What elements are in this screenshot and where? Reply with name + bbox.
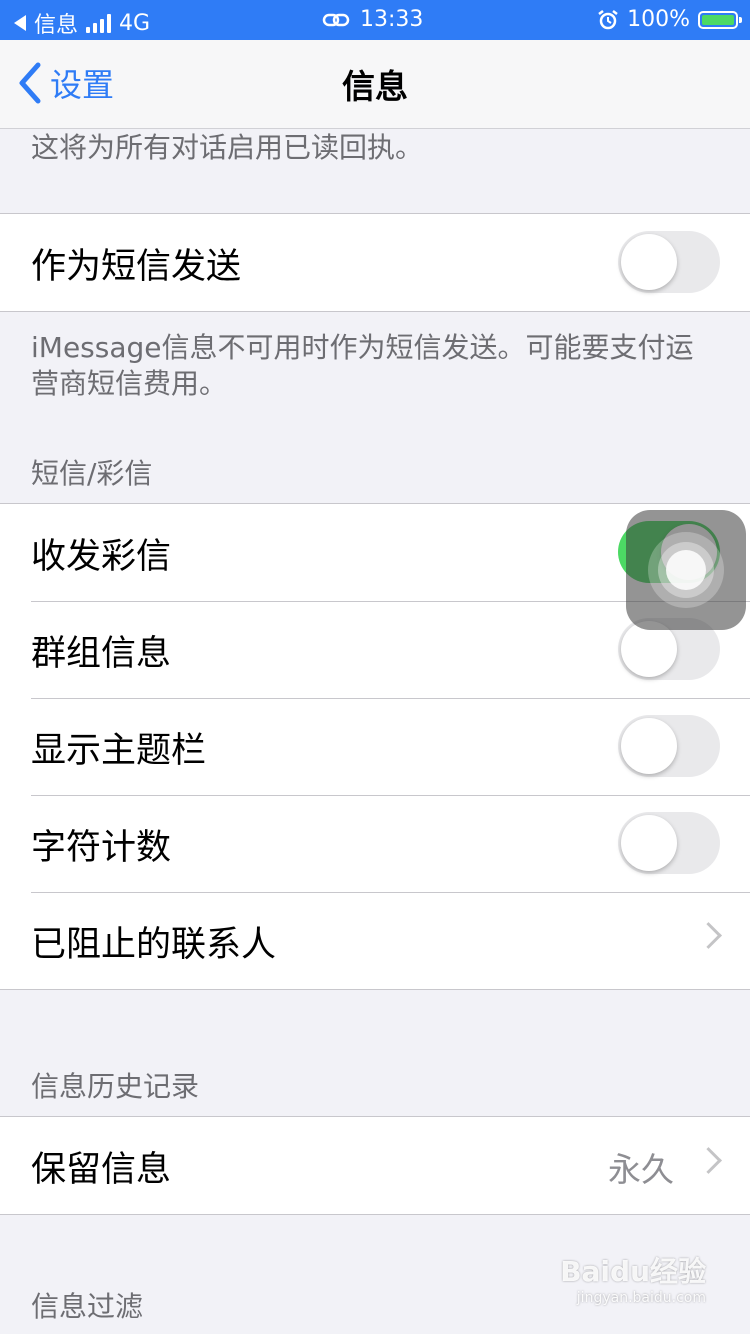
status-left: 信息 4G — [14, 7, 150, 39]
link-icon — [322, 13, 350, 26]
signal-icon — [86, 13, 112, 33]
character-count-label: 字符计数 — [31, 828, 172, 868]
chevron-right-icon — [695, 922, 722, 949]
read-receipt-note: 这将为所有对话启用已读回执。 — [31, 131, 424, 164]
battery-percent: 100% — [627, 7, 690, 32]
show-subject-toggle[interactable] — [618, 715, 720, 777]
watermark-brand: Baidu经验 — [560, 1255, 706, 1288]
watermark: Baidu经验 jingyan.baidu.com — [560, 1250, 706, 1306]
blocked-contacts-row[interactable]: 已阻止的联系人 — [0, 892, 750, 989]
send-as-sms-toggle[interactable] — [618, 231, 720, 293]
status-bar: 信息 4G 13:33 100% — [0, 0, 750, 40]
status-center: 13:33 — [322, 7, 423, 32]
history-header: 信息历史记录 — [31, 1070, 200, 1103]
sms-mms-header: 短信/彩信 — [31, 457, 153, 490]
status-right: 100% — [597, 7, 742, 32]
battery-icon — [698, 10, 742, 29]
show-subject-row[interactable]: 显示主题栏 — [0, 698, 750, 795]
screen: 信息 4G 13:33 100% 设置 信息 这将为所有对话启用已读回执。 作为… — [0, 0, 750, 1334]
navigation-bar: 设置 信息 — [0, 40, 750, 129]
page-title: 信息 — [342, 67, 408, 106]
back-triangle-icon[interactable] — [14, 15, 26, 31]
alarm-icon — [598, 9, 618, 29]
send-as-sms-note: iMessage信息不可用时作为短信发送。可能要支付运营商短信费用。 — [31, 331, 694, 400]
assistive-ring-inner — [666, 550, 706, 590]
watermark-url: jingyan.baidu.com — [576, 1290, 706, 1306]
show-subject-label: 显示主题栏 — [31, 731, 207, 771]
time-label: 13:33 — [360, 7, 424, 32]
filter-header: 信息过滤 — [31, 1290, 144, 1323]
keep-messages-label: 保留信息 — [31, 1150, 172, 1190]
mms-messaging-label: 收发彩信 — [31, 537, 172, 577]
toggle-knob — [621, 234, 677, 290]
blocked-contacts-label: 已阻止的联系人 — [31, 925, 277, 965]
assistive-touch-button[interactable] — [626, 510, 746, 630]
back-app-label[interactable]: 信息 — [34, 7, 78, 39]
group-messaging-label: 群组信息 — [31, 634, 172, 674]
keep-messages-row[interactable]: 保留信息 永久 — [0, 1117, 750, 1214]
toggle-knob — [621, 815, 677, 871]
chevron-right-icon — [695, 1147, 722, 1174]
history-group: 保留信息 永久 — [0, 1116, 750, 1215]
send-as-sms-label: 作为短信发送 — [31, 247, 242, 287]
send-as-sms-row[interactable]: 作为短信发送 — [0, 214, 750, 311]
toggle-knob — [621, 718, 677, 774]
character-count-toggle[interactable] — [618, 812, 720, 874]
carrier-label: 4G — [119, 10, 151, 36]
keep-messages-value: 永久 — [608, 1150, 674, 1189]
character-count-row[interactable]: 字符计数 — [0, 795, 750, 892]
send-as-sms-group: 作为短信发送 — [0, 213, 750, 312]
